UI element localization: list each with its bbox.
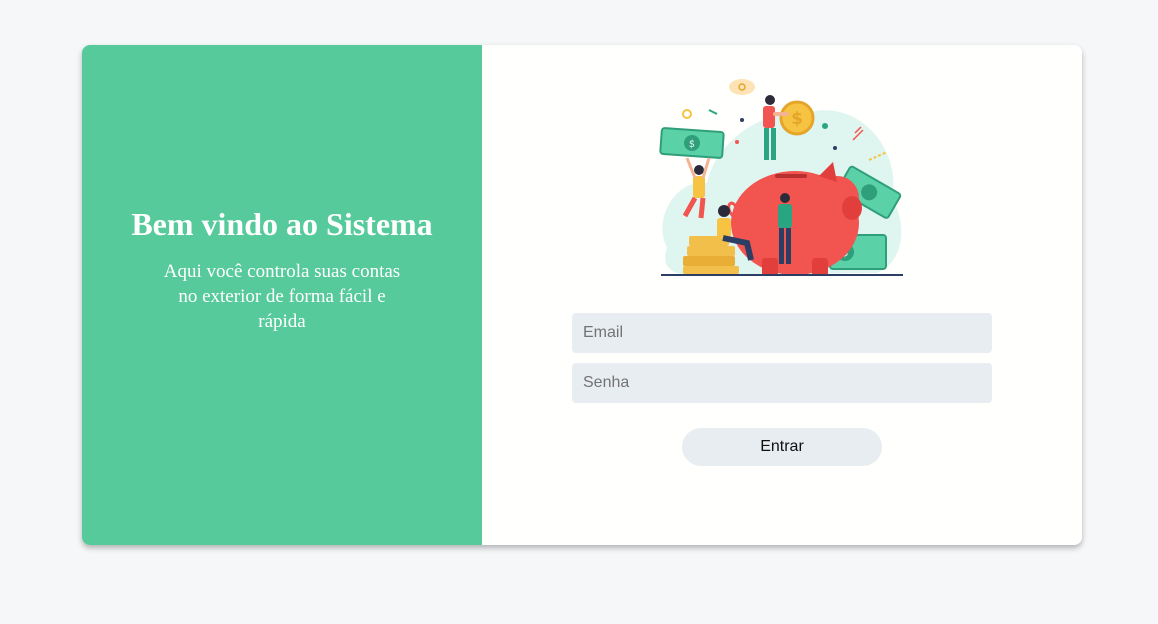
welcome-panel: Bem vindo ao Sistema Aqui você controla …	[82, 45, 482, 545]
dollar-coin-icon: $	[779, 100, 815, 136]
piggy-bank-illustration: $ $	[659, 79, 903, 276]
banknote-icon: $	[659, 127, 725, 159]
svg-text:$: $	[688, 139, 695, 150]
login-button[interactable]: Entrar	[682, 428, 882, 466]
welcome-subtitle: Aqui você controla suas contas no exteri…	[163, 261, 401, 332]
login-panel: $ $ Email Entrar	[482, 45, 1082, 545]
email-field[interactable]	[572, 313, 992, 353]
welcome-title: Bem vindo ao Sistema	[131, 206, 433, 242]
svg-text:$: $	[791, 109, 803, 129]
login-card: Bem vindo ao Sistema Aqui você controla …	[82, 45, 1082, 545]
password-field[interactable]	[572, 363, 992, 403]
chat-bubble-icon	[729, 79, 755, 95]
